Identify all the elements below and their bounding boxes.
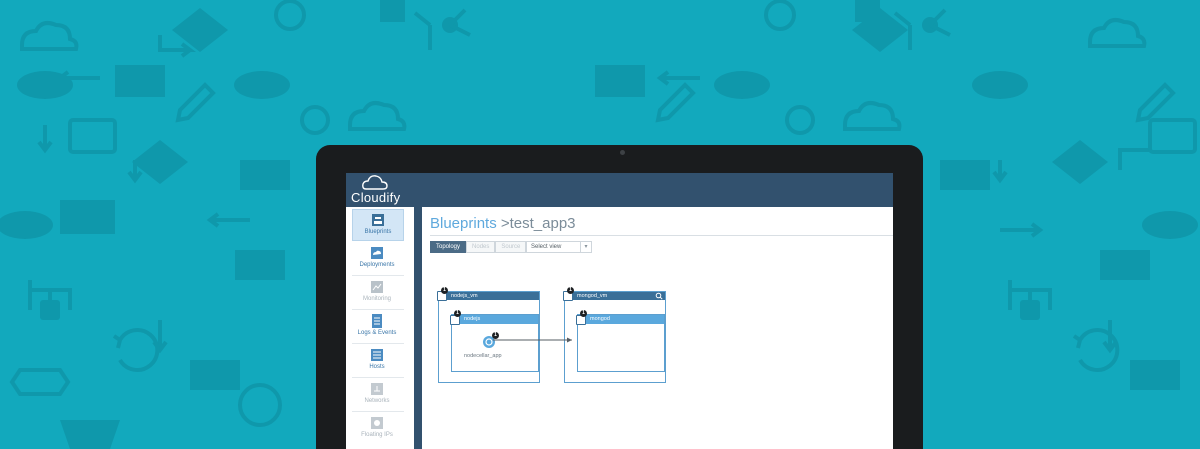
deployments-icon [371, 247, 383, 259]
sidebar-item-label: Floating IPs [361, 432, 393, 438]
networks-icon [371, 383, 383, 395]
view-select-value: Select view [531, 244, 562, 250]
topology-canvas: nodejs_vm 1 nodejs 1 1 nodecellar_app mo… [422, 257, 893, 449]
cloud-icon [348, 101, 407, 131]
sidebar-item-label: Hosts [369, 364, 385, 370]
sidebar-item-networks[interactable]: Networks [352, 379, 402, 409]
blueprints-icon [372, 214, 384, 226]
monitoring-icon [371, 281, 383, 293]
sidebar-item-blueprints[interactable]: Blueprints [352, 209, 404, 241]
webcam [620, 150, 625, 155]
main-content: Blueprints >test_app3 Topology Nodes Sou… [422, 207, 893, 449]
app-screen: Cloudify Blueprints Deployments Monitori… [346, 173, 893, 449]
tab-nodes[interactable]: Nodes [466, 241, 496, 253]
sidebar-item-label: Deployments [359, 262, 395, 268]
sidebar-item-label: Logs & Events [357, 330, 397, 336]
page-title: Blueprints >test_app3 [430, 215, 576, 232]
tab-topology[interactable]: Topology [430, 241, 467, 253]
chevron-down-icon: ▾ [580, 242, 591, 252]
monitor-frame: Cloudify Blueprints Deployments Monitori… [316, 145, 923, 449]
logs-icon [372, 314, 382, 328]
sidebar-item-logs-events[interactable]: Logs & Events [352, 311, 402, 341]
sidebar: Blueprints Deployments Monitoring Logs &… [346, 207, 415, 449]
sidebar-item-label: Blueprints [364, 229, 392, 235]
sidebar-item-label: Networks [364, 398, 390, 404]
view-select[interactable]: Select view ▾ [526, 241, 592, 253]
cloud-logo-icon [362, 175, 388, 190]
floating-ips-icon [371, 417, 383, 429]
logo-text: Cloudify [351, 190, 401, 205]
top-bar: Cloudify [346, 173, 893, 207]
cloud-icon [843, 101, 902, 131]
view-tabs: Topology Nodes Source [430, 241, 527, 253]
breadcrumb-link[interactable]: Blueprints [430, 215, 497, 232]
sidebar-divider [414, 207, 422, 449]
sidebar-item-hosts[interactable]: Hosts [352, 345, 402, 375]
sidebar-item-monitoring[interactable]: Monitoring [352, 277, 402, 307]
cloud-icon [20, 21, 79, 51]
blueprint-name: >test_app3 [496, 215, 576, 232]
cloudify-logo[interactable]: Cloudify [348, 175, 408, 205]
sidebar-item-label: Monitoring [362, 296, 391, 302]
title-divider [430, 235, 893, 236]
hosts-icon [371, 349, 383, 361]
relationship-connector [493, 337, 572, 343]
sidebar-item-deployments[interactable]: Deployments [352, 243, 402, 273]
sidebar-item-floating-ips[interactable]: Floating IPs [352, 413, 402, 443]
cloud-icon [1088, 18, 1147, 48]
tab-source[interactable]: Source [495, 241, 527, 253]
